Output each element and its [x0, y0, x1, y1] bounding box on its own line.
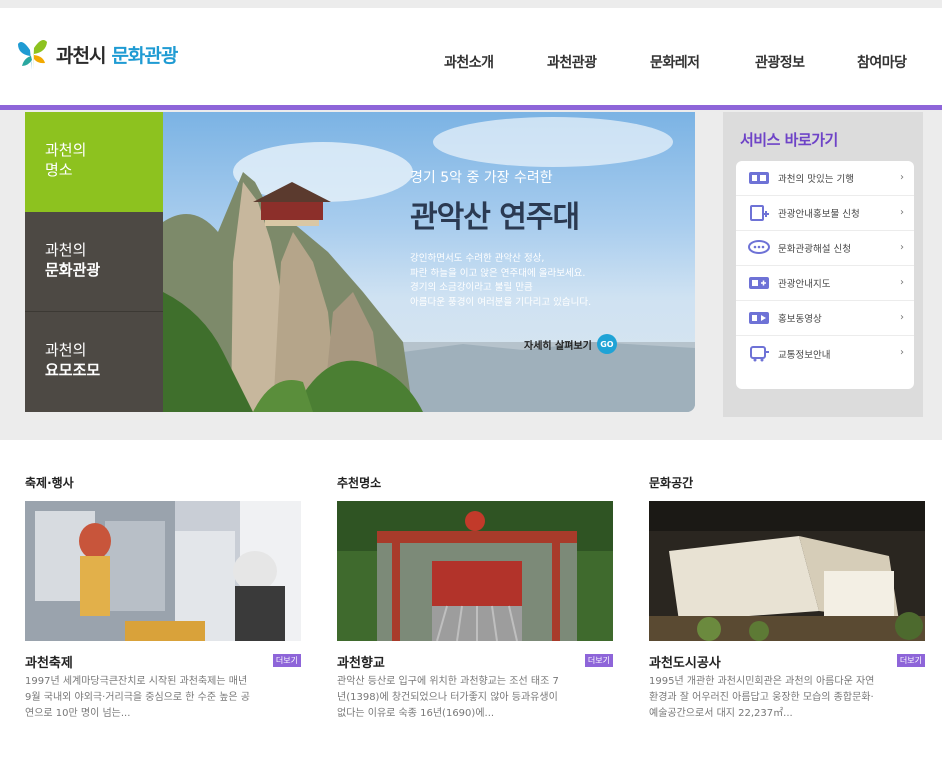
- document-plus-icon: [748, 205, 770, 221]
- hero-desc-line: 파란 하늘을 이고 앉은 연주대에 올라보세요.: [410, 267, 586, 279]
- card-desc-line: 환경과 잘 어우러진 아름답고 웅장한 모습의 종합문화·: [649, 692, 874, 703]
- hero-desc-line: 아름다운 풍경이 여러분을 기다리고 있습니다.: [410, 296, 592, 308]
- card-recommended-place: 추천명소 과천향교 더보기 관악산 등산로 입구에 위치한 과천향교는 조선 태…: [337, 474, 613, 722]
- card-title[interactable]: 과천도시공사: [649, 656, 721, 671]
- hero-desc-line: 경기의 소금강이라고 불릴 만큼: [410, 282, 533, 293]
- card-description: 1997년 세계마당극큰잔치로 시작된 과천축제는 매년 9월 국내외 야외극·…: [25, 674, 301, 722]
- card-desc-line: 예술공간으로서 대지 22,237㎡...: [649, 708, 793, 719]
- hero-subtitle: 경기 5악 중 가장 수려한: [410, 170, 553, 186]
- sidemenu-item-culture[interactable]: 과천의 문화관광: [25, 212, 163, 312]
- service-title: 서비스 바로가기: [740, 131, 838, 149]
- card-desc-line: 9월 국내외 야외극·거리극을 중심으로 한 수준 높은 공: [25, 692, 250, 703]
- sidemenu-line2: 문화관광: [45, 261, 101, 279]
- service-item-label: 홍보동영상: [778, 314, 822, 325]
- card-category: 추천명소: [337, 476, 382, 490]
- service-item-guide-request[interactable]: 문화관광해설 신청 ›: [736, 231, 914, 266]
- chevron-right-icon: ›: [900, 312, 904, 323]
- hero-banner: 경기 5악 중 가장 수려한 관악산 연주대 강인하면서도 수려한 관악산 정상…: [163, 112, 695, 412]
- more-button[interactable]: 더보기: [584, 654, 613, 667]
- map-icon: [748, 275, 770, 291]
- card-description: 관악산 등산로 입구에 위치한 과천향교는 조선 태조 7 년(1398)에 창…: [337, 674, 613, 722]
- hero-desc-line: 강인하면서도 수려한 관악산 정상,: [410, 253, 545, 264]
- book-icon: [748, 170, 770, 186]
- chevron-right-icon: ›: [900, 172, 904, 183]
- nav-item-tourism[interactable]: 과천관광: [547, 52, 597, 72]
- card-culture-space: 문화공간 과천도시공사 더보기 1995년 개관한 과천시민회관은 과천의 아름…: [649, 474, 925, 722]
- nav-item-about[interactable]: 과천소개: [444, 52, 494, 72]
- hyanggyo-photo[interactable]: [337, 501, 613, 641]
- service-item-label: 교통정보안내: [778, 349, 831, 361]
- hero-more-link[interactable]: 자세히 살펴보기 GO: [524, 334, 617, 354]
- service-item-label: 관광안내지도: [778, 279, 831, 290]
- card-head: 과천축제 더보기: [25, 652, 301, 674]
- card-head: 과천향교 더보기: [337, 652, 613, 674]
- card-category: 축제·행사: [25, 476, 74, 490]
- hero-title: 관악산 연주대: [410, 200, 580, 235]
- card-category: 문화공간: [649, 476, 694, 490]
- sidemenu-item-misc[interactable]: 과천의 요모조모: [25, 312, 163, 412]
- service-list: 과천의 맛있는 기행 › 관광안내홍보물 신청 › 문화관광해설 신청 › 관광…: [736, 161, 914, 389]
- civic-hall-photo[interactable]: [649, 501, 925, 641]
- chevron-right-icon: ›: [900, 277, 904, 288]
- sidemenu-line1: 과천의: [45, 241, 87, 259]
- hero-description: 강인하면서도 수려한 관악산 정상, 파란 하늘을 이고 앉은 연주대에 올라보…: [410, 252, 591, 310]
- service-item-food-tour[interactable]: 과천의 맛있는 기행 ›: [736, 161, 914, 196]
- service-item-brochure-request[interactable]: 관광안내홍보물 신청 ›: [736, 196, 914, 231]
- sidemenu-item-attractions[interactable]: 과천의 명소: [25, 112, 163, 212]
- card-description: 1995년 개관한 과천시민회관은 과천의 아름다운 자연 환경과 잘 어우러진…: [649, 674, 925, 722]
- site-header: 과천시 문화관광 과천소개 과천관광 문화레저 관광정보 참여마당: [0, 8, 942, 106]
- sidemenu-line2: 요모조모: [45, 361, 101, 379]
- service-item-label: 문화관광해설 신청: [778, 244, 851, 255]
- service-item-label: 과천의 맛있는 기행: [778, 174, 854, 185]
- service-shortcuts: 서비스 바로가기 과천의 맛있는 기행 › 관광안내홍보물 신청 › 문화관광해…: [723, 112, 923, 417]
- card-title[interactable]: 과천축제: [25, 656, 73, 671]
- card-head: 과천도시공사 더보기: [649, 652, 925, 674]
- sidemenu-line1: 과천의: [45, 341, 87, 359]
- card-desc-line: 년(1398)에 창건되었으나 터가좋지 않아 등과유생이: [337, 692, 558, 703]
- festival-photo[interactable]: [25, 501, 301, 641]
- speech-bubble-icon: [748, 240, 770, 256]
- service-item-label: 관광안내홍보물 신청: [778, 209, 860, 220]
- top-strip: [0, 0, 942, 8]
- sidemenu-line1: 과천의: [45, 141, 87, 159]
- main-nav: 과천소개 과천관광 문화레저 관광정보 참여마당: [0, 52, 942, 74]
- more-button[interactable]: 더보기: [896, 654, 925, 667]
- more-button[interactable]: 더보기: [272, 654, 301, 667]
- chevron-right-icon: ›: [900, 207, 904, 218]
- service-item-traffic-info[interactable]: 교통정보안내 ›: [736, 336, 914, 371]
- bus-icon: [748, 345, 770, 362]
- sidemenu-line2: 명소: [45, 161, 73, 179]
- nav-item-info[interactable]: 관광정보: [755, 52, 805, 72]
- nav-item-leisure[interactable]: 문화레저: [650, 52, 700, 72]
- card-desc-line: 관악산 등산로 입구에 위치한 과천향교는 조선 태조 7: [337, 676, 559, 687]
- nav-item-participation[interactable]: 참여마당: [857, 52, 907, 72]
- chevron-right-icon: ›: [900, 347, 904, 358]
- service-item-tour-map[interactable]: 관광안내지도 ›: [736, 266, 914, 301]
- card-desc-line: 1995년 개관한 과천시민회관은 과천의 아름다운 자연: [649, 676, 875, 687]
- card-desc-line: 연으로 10만 명이 넘는...: [25, 708, 131, 719]
- card-desc-line: 없다는 이유로 숙종 16년(1690)에...: [337, 708, 495, 719]
- service-item-promo-video[interactable]: 홍보동영상 ›: [736, 301, 914, 336]
- card-festival: 축제·행사 과천축제 더보기 1997년 세계마당극큰잔치로 시작된 과천축제는…: [25, 474, 301, 722]
- card-title[interactable]: 과천향교: [337, 656, 385, 671]
- sidemenu: 과천의 명소 과천의 문화관광 과천의 요모조모: [25, 112, 163, 412]
- video-play-icon: [748, 310, 770, 326]
- hero-more-text: 자세히 살펴보기: [524, 340, 592, 352]
- go-button[interactable]: GO: [596, 334, 617, 354]
- card-desc-line: 1997년 세계마당극큰잔치로 시작된 과천축제는 매년: [25, 676, 248, 687]
- chevron-right-icon: ›: [900, 242, 904, 253]
